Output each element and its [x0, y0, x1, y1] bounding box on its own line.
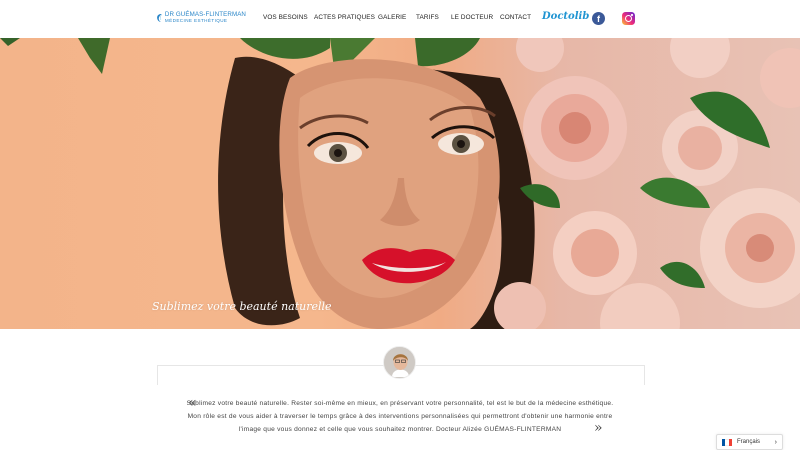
instagram-icon[interactable] — [622, 12, 635, 25]
logo-swirl-icon — [157, 14, 162, 22]
logo-text: DR GUÉMAS-FLINTERMAN MÉDECINE ESTHÉTIQUE — [164, 11, 246, 24]
site-header: DR GUÉMAS-FLINTERMAN MÉDECINE ESTHÉTIQUE… — [0, 0, 800, 38]
nav-item-tarifs[interactable]: TARIFS — [416, 14, 439, 21]
hero-tagline: Sublimez votre beauté naturelle — [152, 300, 332, 313]
language-selector[interactable]: Français › — [716, 434, 783, 450]
quote-close-mark: » — [594, 420, 603, 436]
chevron-right-icon: › — [774, 438, 777, 446]
hero-image — [0, 38, 800, 329]
doctolib-link[interactable]: Doctolib — [542, 11, 589, 22]
intro-quote-text: Sublimez votre beauté naturelle. Rester … — [186, 400, 614, 433]
language-label: Français — [737, 439, 761, 445]
nav-item-galerie[interactable]: GALERIE — [378, 14, 406, 21]
nav-item-actes-pratiques[interactable]: ACTES PRATIQUES — [314, 14, 375, 21]
nav-item-vos-besoins[interactable]: VOS BESOINS — [263, 14, 308, 21]
intro-section: « Sublimez votre beauté naturelle. Reste… — [0, 329, 800, 450]
nav-item-contact[interactable]: CONTACT — [500, 14, 531, 21]
hero-banner: Sublimez votre beauté naturelle — [0, 38, 800, 329]
nav-item-le-docteur[interactable]: LE DOCTEUR — [451, 14, 493, 21]
france-flag-icon — [722, 438, 732, 446]
facebook-icon[interactable]: f — [592, 12, 605, 25]
doctor-avatar — [383, 346, 416, 379]
site-logo[interactable]: DR GUÉMAS-FLINTERMAN MÉDECINE ESTHÉTIQUE — [156, 8, 246, 28]
logo-subtitle: MÉDECINE ESTHÉTIQUE — [164, 18, 228, 24]
